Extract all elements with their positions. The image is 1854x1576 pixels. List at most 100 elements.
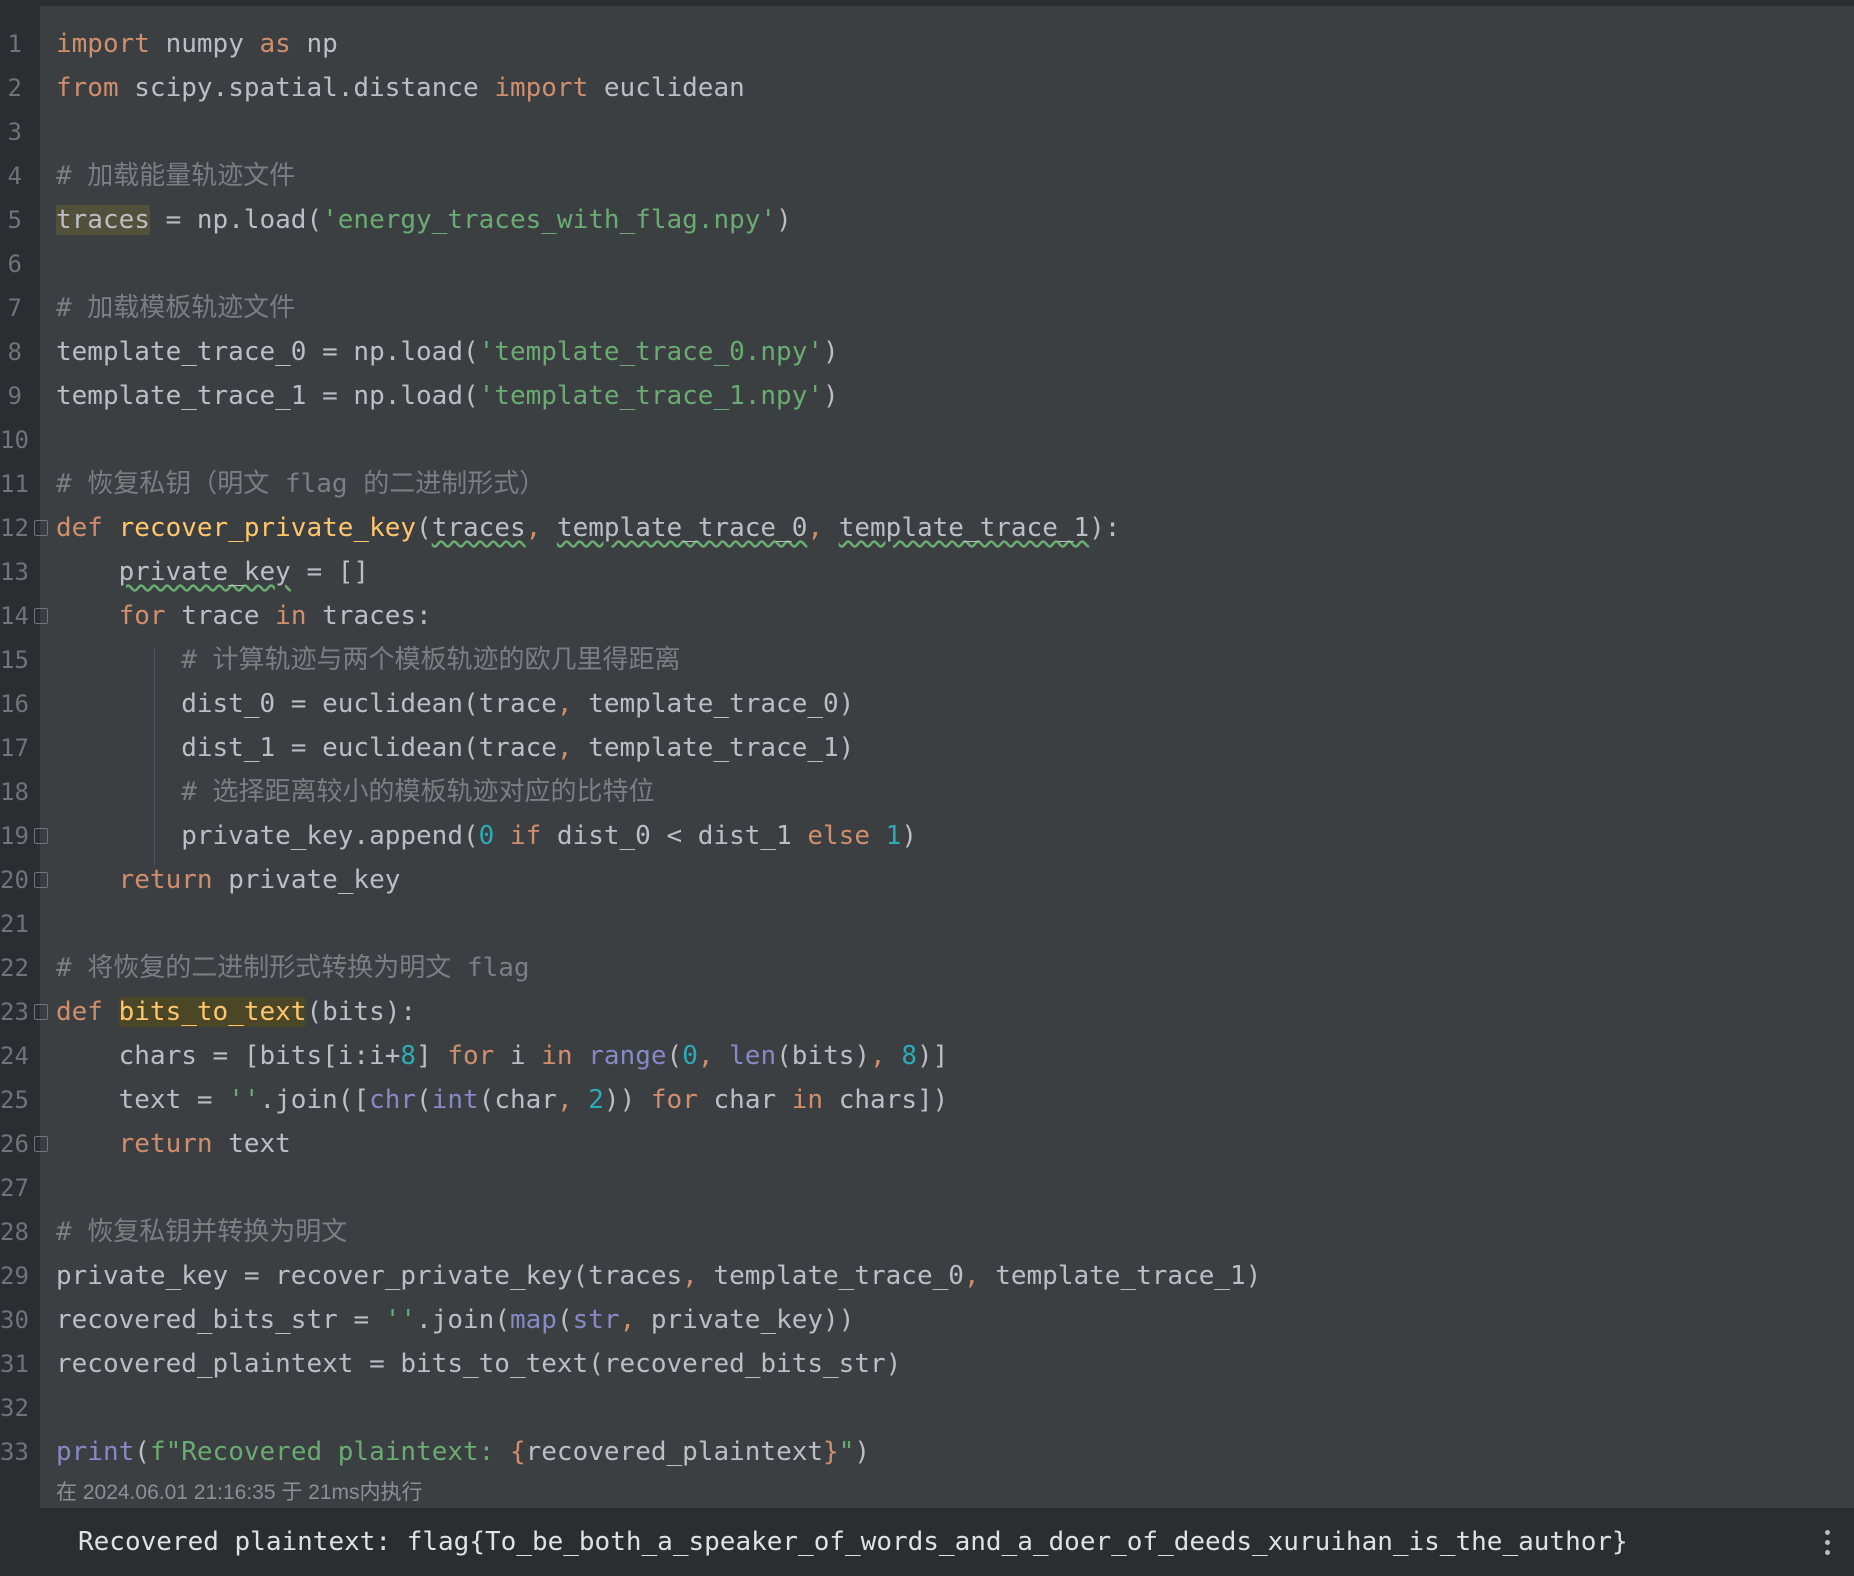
code-line[interactable]: 19 private_key.append(0 if dist_0 < dist… — [0, 814, 1854, 858]
code-line[interactable]: 14 for trace in traces: — [0, 594, 1854, 638]
code-line[interactable]: 7 # 加载模板轨迹文件 — [8, 286, 1854, 330]
code-text[interactable]: # 计算轨迹与两个模板轨迹的欧几里得距离 — [56, 638, 680, 682]
code-comment[interactable]: # 加载模板轨迹文件 — [56, 286, 295, 330]
code-line[interactable]: 17 dist_1 = euclidean(trace, template_tr… — [0, 726, 1854, 770]
code-line[interactable]: 13 private_key = [] — [0, 550, 1854, 594]
line-number: 17 — [0, 734, 29, 762]
fold-icon[interactable] — [34, 1004, 48, 1020]
code-line[interactable]: 33 print(f"Recovered plaintext: {recover… — [0, 1430, 1854, 1474]
code-token: chars = [bits[i:i+ — [56, 1041, 401, 1071]
code-line[interactable]: 29 private_key = recover_private_key(tra… — [0, 1254, 1854, 1298]
code-comment[interactable]: # 恢复私钥（明文 flag 的二进制形式） — [56, 462, 545, 506]
comma: , — [556, 689, 589, 719]
line-number: 22 — [0, 954, 29, 982]
fold-icon[interactable] — [34, 608, 48, 624]
code-line[interactable]: 21 — [0, 902, 1854, 946]
code-line[interactable]: 8 template_trace_0 = np.load('template_t… — [8, 330, 1854, 374]
code-token: ) — [854, 1437, 871, 1467]
comma: , — [682, 1261, 714, 1291]
code-line[interactable]: 24 chars = [bits[i:i+8] for i in range(0… — [0, 1034, 1854, 1078]
code-text[interactable]: private_key = recover_private_key(traces… — [56, 1254, 1261, 1298]
function-name: bits_to_text — [118, 997, 307, 1027]
code-token: )] — [917, 1041, 949, 1071]
code-token: traces: — [306, 601, 432, 631]
code-line[interactable]: 5 traces = np.load('energy_traces_with_f… — [8, 198, 1854, 242]
number-literal: 8 — [901, 1041, 918, 1071]
code-text[interactable]: chars = [bits[i:i+8] for i in range(0, l… — [56, 1034, 949, 1078]
code-text[interactable]: import numpy as np — [56, 22, 338, 66]
code-text[interactable]: template_trace_1 = np.load('template_tra… — [56, 374, 839, 418]
code-token: ( — [666, 1041, 683, 1071]
line-number: 8 — [7, 338, 22, 366]
code-line[interactable]: 31 recovered_plaintext = bits_to_text(re… — [0, 1342, 1854, 1386]
fold-end-icon[interactable] — [34, 872, 48, 888]
code-line[interactable]: 27 — [0, 1166, 1854, 1210]
code-comment[interactable]: # 将恢复的二进制形式转换为明文 flag — [56, 946, 530, 990]
code-line[interactable]: 3 — [8, 110, 1854, 154]
code-text[interactable]: from scipy.spatial.distance import eucli… — [56, 66, 745, 110]
code-text[interactable]: def bits_to_text(bits): — [56, 990, 416, 1034]
code-line[interactable]: 20 return private_key — [0, 858, 1854, 902]
code-editor[interactable]: 1 import numpy as np 2 from scipy.spatia… — [0, 0, 1854, 1508]
code-text[interactable]: return text — [56, 1122, 291, 1166]
keyword: def — [56, 997, 119, 1027]
code-line[interactable]: 15 # 计算轨迹与两个模板轨迹的欧几里得距离 — [0, 638, 1854, 682]
fold-end-icon[interactable] — [34, 1136, 48, 1152]
more-vertical-icon[interactable] — [1824, 1530, 1832, 1560]
code-line[interactable]: 11 # 恢复私钥（明文 flag 的二进制形式） — [0, 462, 1854, 506]
code-text[interactable]: dist_0 = euclidean(trace, template_trace… — [56, 682, 854, 726]
code-line[interactable]: 2 from scipy.spatial.distance import euc… — [8, 66, 1854, 110]
code-text[interactable]: def recover_private_key(traces, template… — [56, 506, 1120, 550]
code-line[interactable]: 16 dist_0 = euclidean(trace, template_tr… — [0, 682, 1854, 726]
code-token: euclidean — [588, 73, 745, 103]
comma: , — [807, 513, 839, 543]
param-warning: template_trace_1 — [838, 513, 1090, 543]
code-text[interactable]: text = ''.join([chr(int(char, 2)) for ch… — [56, 1078, 949, 1122]
keyword: return — [118, 1129, 213, 1159]
code-line[interactable]: 28 # 恢复私钥并转换为明文 — [0, 1210, 1854, 1254]
code-comment[interactable]: # 加载能量轨迹文件 — [56, 154, 295, 198]
code-line[interactable]: 6 — [8, 242, 1854, 286]
keyword: import — [494, 73, 589, 103]
code-token: template_trace_0) — [588, 689, 855, 719]
code-token: private_key — [212, 865, 401, 895]
code-line[interactable]: 32 — [0, 1386, 1854, 1430]
code-line[interactable]: 10 — [0, 418, 1854, 462]
code-line[interactable]: 12 def recover_private_key(traces, templ… — [0, 506, 1854, 550]
keyword: for — [447, 1041, 495, 1071]
line-number: 23 — [0, 998, 29, 1026]
fold-end-icon[interactable] — [34, 828, 48, 844]
code-line[interactable]: 30 recovered_bits_str = ''.join(map(str,… — [0, 1298, 1854, 1342]
code-text[interactable]: print(f"Recovered plaintext: {recovered_… — [56, 1430, 870, 1474]
param-warning: traces — [431, 513, 526, 543]
code-line[interactable]: 25 text = ''.join([chr(int(char, 2)) for… — [0, 1078, 1854, 1122]
code-text[interactable]: private_key.append(0 if dist_0 < dist_1 … — [56, 814, 917, 858]
code-text[interactable]: private_key = [] — [56, 550, 369, 594]
code-line[interactable]: 4 # 加载能量轨迹文件 — [8, 154, 1854, 198]
code-line[interactable]: 23 def bits_to_text(bits): — [0, 990, 1854, 1034]
code-line[interactable]: 26 return text — [0, 1122, 1854, 1166]
code-text[interactable]: dist_1 = euclidean(trace, template_trace… — [56, 726, 854, 770]
fold-icon[interactable] — [34, 520, 48, 536]
code-text[interactable]: for trace in traces: — [56, 594, 432, 638]
code-token: private_key.append( — [56, 821, 479, 851]
keyword: for — [118, 601, 166, 631]
code-token: recovered_plaintext — [525, 1437, 824, 1467]
code-text[interactable]: template_trace_0 = np.load('template_tra… — [56, 330, 839, 374]
code-line[interactable]: 9 template_trace_1 = np.load('template_t… — [8, 374, 1854, 418]
comma: , — [556, 1085, 589, 1115]
code-line[interactable]: 18 # 选择距离较小的模板轨迹对应的比特位 — [0, 770, 1854, 814]
code-comment[interactable]: # 恢复私钥并转换为明文 — [56, 1210, 347, 1254]
code-text[interactable]: # 选择距离较小的模板轨迹对应的比特位 — [56, 770, 654, 814]
code-text[interactable]: recovered_bits_str = ''.join(map(str, pr… — [56, 1298, 854, 1342]
code-text[interactable]: return private_key — [56, 858, 401, 902]
code-line[interactable]: 1 import numpy as np — [8, 22, 1854, 66]
line-number: 2 — [7, 74, 22, 102]
code-area[interactable]: 1 import numpy as np 2 from scipy.spatia… — [0, 6, 1854, 1508]
code-text[interactable]: recovered_plaintext = bits_to_text(recov… — [56, 1342, 901, 1386]
code-token: template_trace_1) — [588, 733, 855, 763]
code-text[interactable]: traces = np.load('energy_traces_with_fla… — [56, 198, 792, 242]
code-line[interactable]: 22 # 将恢复的二进制形式转换为明文 flag — [0, 946, 1854, 990]
